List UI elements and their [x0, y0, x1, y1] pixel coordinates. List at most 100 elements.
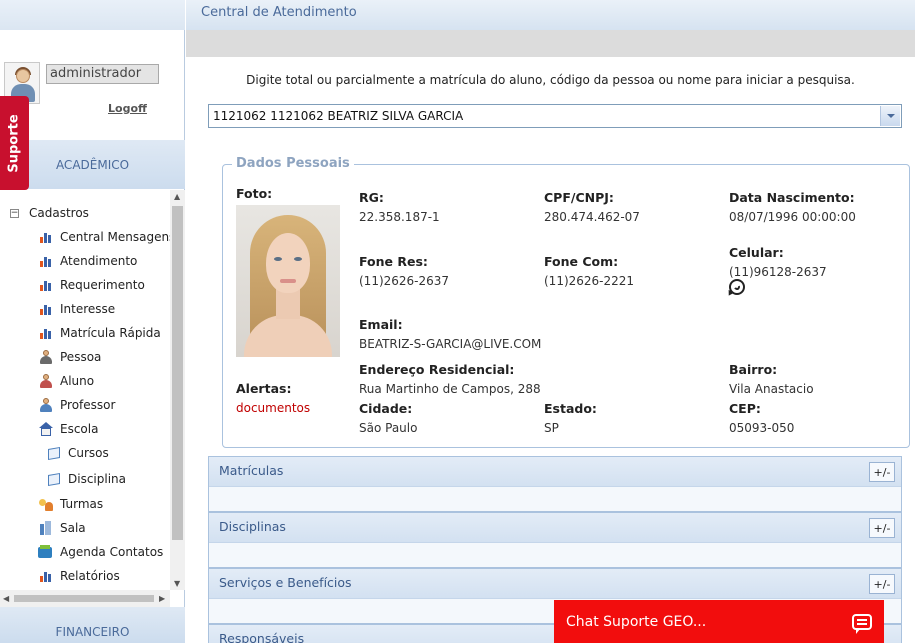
- menu-item-aluno[interactable]: Aluno: [38, 370, 94, 392]
- menu-item-matricula-rapida[interactable]: Matrícula Rápida: [38, 322, 161, 344]
- group-icon: [38, 497, 54, 511]
- sidebar: administrador Logoff ACADÊMICO − Cadastr…: [0, 0, 185, 643]
- panel-disciplinas: Disciplinas +/-: [208, 512, 902, 568]
- suporte-tab[interactable]: Suporte: [0, 96, 29, 190]
- address-value: Rua Martinho de Campos, 288: [359, 382, 541, 396]
- panel-header[interactable]: Serviços e Benefícios: [209, 569, 901, 599]
- menu-item-label: Pessoa: [60, 350, 102, 364]
- collapse-icon[interactable]: −: [10, 208, 19, 218]
- chat-icon[interactable]: [852, 614, 872, 634]
- bar-chart-icon: [38, 326, 54, 340]
- birthdate-label: Data Nascimento:: [729, 190, 855, 205]
- tree-node-label: Cadastros: [29, 206, 89, 220]
- menu-item-label: Agenda Contatos: [60, 545, 164, 559]
- scroll-right-icon[interactable]: ▶: [159, 594, 165, 603]
- student-search-combobox[interactable]: 1121062 1121062 BEATRIZ SILVA GARCIA: [208, 104, 902, 128]
- bar-chart-icon: [38, 569, 54, 583]
- main-content: Central de Atendimento Digite total ou p…: [186, 0, 915, 643]
- cpf-label: CPF/CNPJ:: [544, 190, 614, 205]
- menu-item-label: Disciplina: [68, 472, 127, 486]
- menu-item-agenda-contatos[interactable]: Agenda Contatos: [38, 541, 163, 563]
- menu-item-label: Cursos: [68, 446, 109, 460]
- menu-item-sala[interactable]: Sala: [38, 517, 86, 539]
- school-icon: [38, 422, 54, 436]
- menu-item-label: Interesse: [60, 302, 116, 316]
- photo-label: Foto:: [236, 186, 273, 201]
- student-icon: [38, 374, 54, 388]
- bar-chart-icon: [38, 230, 54, 244]
- menu-tree: − Cadastros Central Mensagens Atendiment…: [0, 198, 170, 590]
- menu-item-label: Relatórios: [60, 569, 120, 583]
- home-phone-value: (11)2626-2637: [359, 274, 450, 288]
- room-icon: [38, 521, 54, 535]
- search-input[interactable]: 1121062 1121062 BEATRIZ SILVA GARCIA: [213, 109, 463, 123]
- logoff-link[interactable]: Logoff: [108, 102, 147, 115]
- menu-item-label: Requerimento: [60, 278, 145, 292]
- menu-item-label: Professor: [60, 398, 116, 412]
- work-phone-label: Fone Com:: [544, 254, 619, 269]
- rg-label: RG:: [359, 190, 384, 205]
- toggle-button[interactable]: +/-: [869, 462, 895, 482]
- menu-item-escola[interactable]: Escola: [38, 418, 98, 440]
- district-value: Vila Anastacio: [729, 382, 814, 396]
- panel-matriculas: Matrículas +/-: [208, 456, 902, 512]
- sidebar-hscroll-thumb[interactable]: [14, 595, 154, 602]
- work-phone-value: (11)2626-2221: [544, 274, 635, 288]
- birthdate-value: 08/07/1996 00:00:00: [729, 210, 856, 224]
- toggle-button[interactable]: +/-: [869, 518, 895, 538]
- course-icon: [46, 446, 62, 461]
- mobile-value: (11)96128-2637: [729, 265, 827, 279]
- menu-item-label: Turmas: [60, 497, 104, 511]
- menu-item-atendimento[interactable]: Atendimento: [38, 250, 137, 272]
- toggle-button[interactable]: +/-: [869, 574, 895, 594]
- menu-item-label: Atendimento: [60, 254, 138, 268]
- section-financeiro[interactable]: FINANCEIRO: [0, 607, 185, 643]
- page-title: Central de Atendimento: [186, 0, 915, 30]
- city-value: São Paulo: [359, 421, 418, 435]
- alerts-value[interactable]: documentos: [236, 401, 310, 415]
- scroll-up-icon[interactable]: ▲: [174, 192, 180, 201]
- menu-item-relatorios[interactable]: Relatórios: [38, 565, 120, 587]
- chat-label: Chat Suporte GEO...: [566, 613, 707, 630]
- menu-item-pessoa[interactable]: Pessoa: [38, 346, 101, 368]
- username-field[interactable]: administrador: [46, 64, 159, 84]
- district-label: Bairro:: [729, 362, 778, 377]
- book-icon: [46, 472, 62, 487]
- whatsapp-icon[interactable]: [726, 279, 745, 298]
- sidebar-top-strip: [0, 0, 185, 30]
- scroll-left-icon[interactable]: ◀: [3, 594, 9, 603]
- menu-item-professor[interactable]: Professor: [38, 394, 115, 416]
- scroll-down-icon[interactable]: ▼: [174, 579, 180, 588]
- teacher-icon: [38, 398, 54, 412]
- bar-chart-icon: [38, 302, 54, 316]
- sidebar-scroll-thumb[interactable]: [172, 206, 183, 540]
- panel-header[interactable]: Matrículas: [209, 457, 901, 487]
- rg-value: 22.358.187-1: [359, 210, 440, 224]
- state-label: Estado:: [544, 401, 597, 416]
- menu-item-disciplina[interactable]: Disciplina: [46, 468, 126, 490]
- chat-support-widget[interactable]: Chat Suporte GEO...: [554, 600, 884, 643]
- menu-item-interesse[interactable]: Interesse: [38, 298, 115, 320]
- address-label: Endereço Residencial:: [359, 362, 515, 377]
- menu-item-cursos[interactable]: Cursos: [46, 442, 109, 464]
- menu-item-label: Aluno: [60, 374, 95, 388]
- panel-header[interactable]: Disciplinas: [209, 513, 901, 543]
- email-value: BEATRIZ-S-GARCIA@LIVE.COM: [359, 337, 542, 351]
- cpf-value: 280.474.462-07: [544, 210, 640, 224]
- toolbar-strip: [186, 30, 915, 57]
- search-instruction: Digite total ou parcialmente a matrícula…: [246, 73, 855, 87]
- alerts-label: Alertas:: [236, 381, 292, 396]
- home-phone-label: Fone Res:: [359, 254, 428, 269]
- email-label: Email:: [359, 317, 403, 332]
- agenda-icon: [38, 545, 54, 559]
- menu-item-requerimento[interactable]: Requerimento: [38, 274, 145, 296]
- menu-item-turmas[interactable]: Turmas: [38, 493, 103, 515]
- zip-label: CEP:: [729, 401, 761, 416]
- menu-item-central-mensagens[interactable]: Central Mensagens: [38, 226, 170, 248]
- city-label: Cidade:: [359, 401, 413, 416]
- bar-chart-icon: [38, 254, 54, 268]
- tree-node-cadastros[interactable]: − Cadastros: [10, 202, 89, 224]
- dropdown-button[interactable]: [880, 106, 900, 126]
- chevron-down-icon: [886, 114, 895, 118]
- suporte-tab-label: Suporte: [7, 113, 23, 173]
